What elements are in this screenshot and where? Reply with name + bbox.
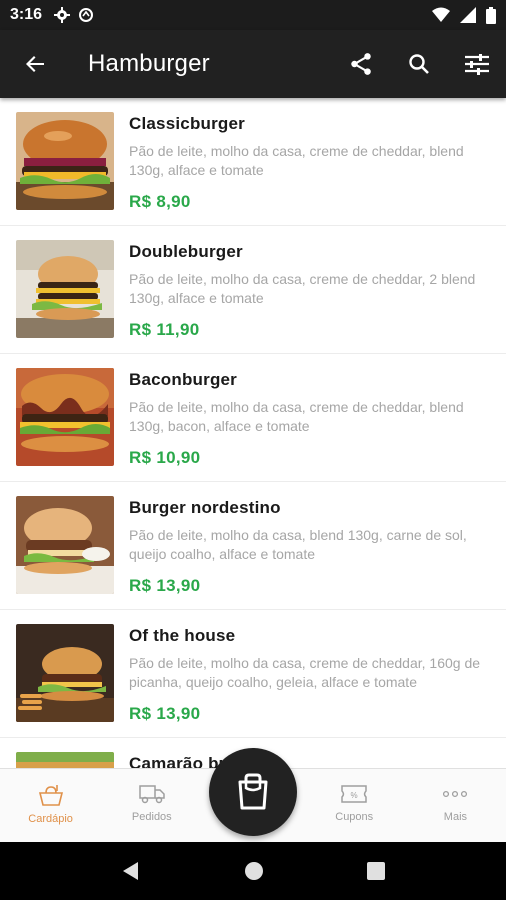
settings-icon [54, 7, 71, 23]
product-list[interactable]: Classicburger Pão de leite, molho da cas… [0, 98, 506, 768]
list-item[interactable]: Of the house Pão de leite, molho da casa… [0, 610, 506, 738]
product-info: Burger nordestino Pão de leite, molho da… [129, 496, 490, 609]
page-title: Hamburger [88, 50, 210, 77]
battery-icon [486, 6, 496, 24]
status-bar: 3:16 [0, 0, 506, 30]
status-left-icons [54, 7, 94, 23]
product-image [16, 112, 114, 210]
nav-pedidos[interactable]: Pedidos [101, 769, 202, 842]
list-item[interactable]: Baconburger Pão de leite, molho da casa,… [0, 354, 506, 482]
nav-label: Cupons [335, 811, 374, 823]
screen: 3:16 Hamburger Classicburger Pão de leit… [0, 0, 506, 900]
product-image [16, 496, 114, 594]
product-name: Classicburger [129, 114, 245, 133]
app-bar: Hamburger [0, 30, 506, 98]
data-saver-icon [79, 8, 94, 22]
bag-fab-button[interactable] [209, 748, 297, 836]
product-name: Doubleburger [129, 242, 243, 261]
product-description: Pão de leite, molho da casa, blend 130g,… [129, 527, 467, 562]
product-image [16, 368, 114, 466]
product-name: Baconburger [129, 370, 237, 389]
nav-cupons[interactable]: % Cupons [304, 769, 405, 842]
product-price: R$ 13,90 [129, 704, 201, 723]
nav-mais[interactable]: Mais [405, 769, 506, 842]
product-image [16, 624, 114, 722]
product-info: Camarão bu [129, 752, 490, 768]
share-icon [351, 53, 371, 75]
product-price: R$ 13,90 [129, 576, 201, 595]
product-info: Doubleburger Pão de leite, molho da casa… [129, 240, 490, 353]
product-name: Of the house [129, 626, 236, 645]
share-button[interactable] [332, 30, 390, 98]
status-right-icons [432, 6, 496, 24]
tune-icon [465, 54, 489, 75]
list-item[interactable]: Burger nordestino Pão de leite, molho da… [0, 482, 506, 610]
system-home-icon[interactable] [243, 860, 265, 882]
product-image [16, 240, 114, 338]
product-description: Pão de leite, molho da casa, creme de ch… [129, 143, 464, 178]
wifi-icon [432, 7, 450, 22]
more-dots-icon [443, 790, 468, 798]
system-back-icon[interactable] [120, 860, 142, 882]
menu-book-icon [38, 785, 63, 806]
product-price: R$ 10,90 [129, 448, 201, 467]
system-recents-icon[interactable] [366, 861, 386, 881]
product-name: Burger nordestino [129, 498, 281, 517]
product-name: Camarão bu [129, 754, 230, 768]
arrow-back-icon [26, 56, 44, 72]
nav-label: Cardápio [28, 813, 73, 825]
product-description: Pão de leite, molho da casa, creme de ch… [129, 655, 481, 690]
delivery-truck-icon [139, 785, 165, 804]
filter-button[interactable] [448, 30, 506, 98]
status-time: 3:16 [10, 6, 43, 23]
product-description: Pão de leite, molho da casa, creme de ch… [129, 271, 476, 306]
search-button[interactable] [390, 30, 448, 98]
nav-cardapio[interactable]: Cardápio [0, 769, 101, 842]
system-navigation-bar [0, 842, 506, 900]
product-info: Of the house Pão de leite, molho da casa… [129, 624, 490, 737]
cell-signal-icon [460, 7, 476, 23]
product-info: Classicburger Pão de leite, molho da cas… [129, 112, 490, 225]
product-image [16, 752, 114, 768]
nav-label: Pedidos [131, 811, 172, 823]
list-item[interactable]: Classicburger Pão de leite, molho da cas… [0, 98, 506, 226]
product-price: R$ 8,90 [129, 192, 191, 211]
coupon-icon: % [341, 785, 367, 803]
product-info: Baconburger Pão de leite, molho da casa,… [129, 368, 490, 481]
product-description: Pão de leite, molho da casa, creme de ch… [129, 399, 464, 434]
shopping-bag-icon [238, 773, 268, 810]
search-icon [409, 54, 429, 74]
list-item[interactable]: Doubleburger Pão de leite, molho da casa… [0, 226, 506, 354]
nav-label: Mais [443, 811, 468, 823]
svg-text:%: % [351, 791, 358, 800]
product-price: R$ 11,90 [129, 320, 200, 339]
back-button[interactable] [0, 30, 70, 98]
